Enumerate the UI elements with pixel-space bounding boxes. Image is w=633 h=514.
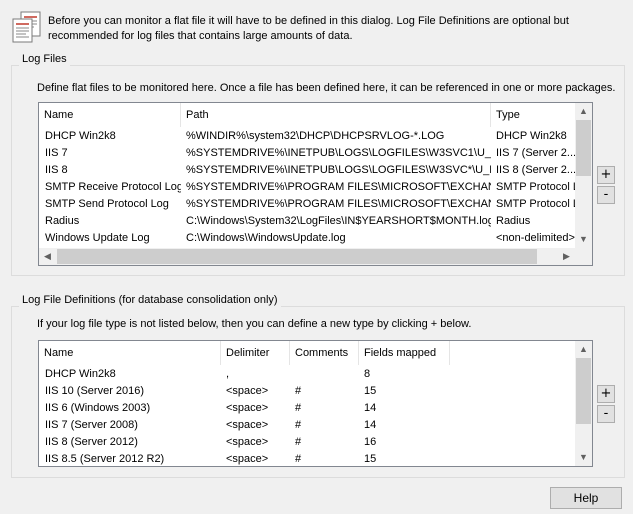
table-row[interactable]: IIS 8 %SYSTEMDRIVE%\INETPUB\LOGS\LOGFILE…	[39, 162, 577, 179]
remove-log-file-button[interactable]: -	[597, 186, 615, 204]
row-type: SMTP Protocol Lo	[496, 198, 577, 210]
table-row[interactable]: IIS 10 (Server 2016) <space> # 15	[39, 383, 577, 400]
row-name: IIS 7 (Server 2008)	[45, 419, 138, 431]
row-path: %SYSTEMDRIVE%\INETPUB\LOGS\LOGFILES\W3SV…	[186, 164, 491, 176]
row-type: DHCP Win2k8	[496, 130, 567, 142]
scroll-thumb[interactable]	[57, 249, 537, 264]
column-header-delimiter[interactable]: Delimiter	[221, 341, 290, 365]
row-path: C:\Windows\System32\LogFiles\IN$YEARSHOR…	[186, 215, 491, 227]
row-type: IIS 8 (Server 2...	[496, 164, 577, 176]
row-path: %SYSTEMDRIVE%\PROGRAM FILES\MICROSOFT\EX…	[186, 198, 491, 210]
scrollbar-corner	[575, 248, 592, 265]
row-name: IIS 8	[45, 164, 68, 176]
row-name: IIS 10 (Server 2016)	[45, 385, 145, 397]
table-row[interactable]: Windows Update Log C:\Windows\WindowsUpd…	[39, 230, 577, 247]
row-delimiter: <space>	[226, 453, 269, 465]
row-fields-mapped: 14	[364, 402, 377, 414]
table-row[interactable]: IIS 6 (Windows 2003) <space> # 14	[39, 400, 577, 417]
row-type: Radius	[496, 215, 531, 227]
log-files-list-header: Name Path Type	[39, 103, 577, 127]
column-header-name[interactable]: Name	[39, 103, 181, 127]
row-path: C:\Windows\WindowsUpdate.log	[186, 232, 346, 244]
table-row[interactable]: Radius C:\Windows\System32\LogFiles\IN$Y…	[39, 213, 577, 230]
row-comments: #	[295, 402, 302, 414]
row-delimiter: <space>	[226, 436, 269, 448]
row-comments: #	[295, 419, 302, 431]
row-name: DHCP Win2k8	[45, 368, 116, 380]
row-fields-mapped: 16	[364, 436, 377, 448]
table-row[interactable]: SMTP Receive Protocol Log %SYSTEMDRIVE%\…	[39, 179, 577, 196]
row-name: IIS 8.5 (Server 2012 R2)	[45, 453, 165, 465]
log-files-group-label: Log Files	[19, 53, 70, 66]
column-header-comments[interactable]: Comments	[290, 341, 359, 365]
row-comments: #	[295, 436, 302, 448]
scroll-left-icon[interactable]: ◀	[39, 248, 56, 265]
scroll-down-icon[interactable]: ▼	[575, 231, 592, 248]
row-path: %SYSTEMDRIVE%\INETPUB\LOGS\LOGFILES\W3SV…	[186, 147, 491, 159]
log-files-description: Define flat files to be monitored here. …	[37, 82, 616, 94]
row-type: IIS 7 (Server 2...	[496, 147, 577, 159]
table-row[interactable]: IIS 7 %SYSTEMDRIVE%\INETPUB\LOGS\LOGFILE…	[39, 145, 577, 162]
definitions-description: If your log file type is not listed belo…	[37, 318, 472, 330]
row-name: IIS 8 (Server 2012)	[45, 436, 138, 448]
log-files-vertical-scrollbar[interactable]: ▲ ▼	[575, 103, 592, 248]
row-name: DHCP Win2k8	[45, 130, 116, 142]
column-header-name[interactable]: Name	[39, 341, 221, 365]
row-path: %WINDIR%\system32\DHCP\DHCPSRVLOG-*.LOG	[186, 130, 445, 142]
row-delimiter: <space>	[226, 385, 269, 397]
definitions-list-header: Name Delimiter Comments Fields mapped	[39, 341, 577, 365]
add-definition-button[interactable]: +	[597, 385, 615, 403]
row-name: Windows Update Log	[45, 232, 150, 244]
table-row[interactable]: DHCP Win2k8 %WINDIR%\system32\DHCP\DHCPS…	[39, 128, 577, 145]
column-header-type[interactable]: Type	[491, 103, 577, 127]
row-delimiter: <space>	[226, 402, 269, 414]
row-delimiter: <space>	[226, 419, 269, 431]
log-files-list[interactable]: Name Path Type DHCP Win2k8 %WINDIR%\syst…	[38, 102, 593, 266]
row-name: Radius	[45, 215, 80, 227]
definitions-list[interactable]: Name Delimiter Comments Fields mapped DH…	[38, 340, 593, 467]
document-info-icon	[12, 11, 42, 43]
row-type: SMTP Protocol Lo	[496, 181, 577, 193]
row-name: IIS 7	[45, 147, 68, 159]
scroll-thumb[interactable]	[576, 358, 591, 424]
table-row[interactable]: IIS 8.5 (Server 2012 R2) <space> # 15	[39, 451, 577, 466]
row-type: <non-delimited>	[496, 232, 575, 244]
definitions-vertical-scrollbar[interactable]: ▲ ▼	[575, 341, 592, 466]
scroll-down-icon[interactable]: ▼	[575, 449, 592, 466]
row-comments	[290, 366, 359, 383]
row-fields-mapped: 15	[364, 385, 377, 397]
column-header-path[interactable]: Path	[181, 103, 491, 127]
row-name: SMTP Receive Protocol Log	[45, 181, 181, 193]
table-row[interactable]: DHCP Win2k8 , 8	[39, 366, 577, 383]
row-fields-mapped: 14	[364, 419, 377, 431]
scroll-up-icon[interactable]: ▲	[575, 341, 592, 358]
scroll-right-icon[interactable]: ▶	[558, 248, 575, 265]
row-name: IIS 6 (Windows 2003)	[45, 402, 151, 414]
definitions-group-label: Log File Definitions (for database conso…	[19, 294, 281, 307]
table-row[interactable]: IIS 7 (Server 2008) <space> # 14	[39, 417, 577, 434]
column-header-fields-mapped[interactable]: Fields mapped	[359, 341, 450, 365]
scroll-thumb[interactable]	[576, 120, 591, 176]
remove-definition-button[interactable]: -	[597, 405, 615, 423]
row-fields-mapped: 8	[364, 368, 371, 380]
intro-text: Before you can monitor a flat file it wi…	[48, 15, 569, 42]
row-comments: #	[295, 385, 302, 397]
help-button[interactable]: Help	[550, 487, 622, 509]
row-name: SMTP Send Protocol Log	[45, 198, 169, 210]
table-row[interactable]: SMTP Send Protocol Log %SYSTEMDRIVE%\PRO…	[39, 196, 577, 213]
row-fields-mapped: 15	[364, 453, 377, 465]
row-comments: #	[295, 453, 302, 465]
table-row[interactable]: IIS 8 (Server 2012) <space> # 16	[39, 434, 577, 451]
log-files-horizontal-scrollbar[interactable]: ◀ ▶	[39, 248, 575, 265]
row-delimiter: ,	[226, 368, 230, 380]
row-path: %SYSTEMDRIVE%\PROGRAM FILES\MICROSOFT\EX…	[186, 181, 491, 193]
add-log-file-button[interactable]: +	[597, 166, 615, 184]
scroll-up-icon[interactable]: ▲	[575, 103, 592, 120]
